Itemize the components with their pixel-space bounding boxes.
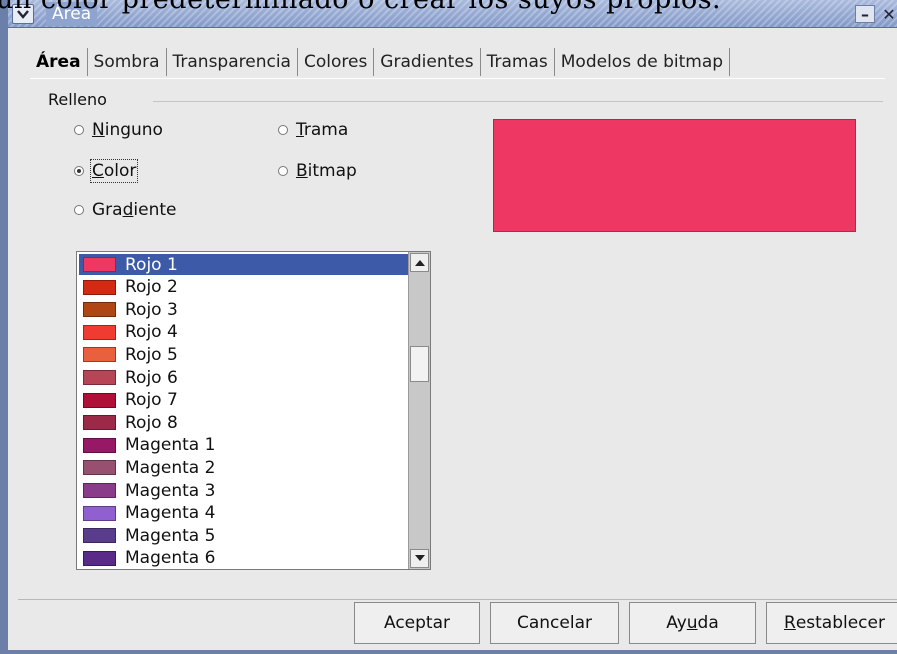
scroll-up-button[interactable] — [410, 253, 429, 272]
scroll-thumb[interactable] — [410, 346, 429, 382]
color-name: Rojo 6 — [125, 367, 178, 388]
color-name: Magenta 3 — [125, 480, 216, 501]
radio-selected-icon — [74, 166, 84, 176]
color-name: Rojo 4 — [125, 322, 178, 343]
color-swatch — [83, 257, 116, 272]
color-swatch — [83, 392, 116, 408]
radio-circle-icon — [74, 125, 84, 135]
color-list-item[interactable]: Rojo 2 — [79, 277, 408, 298]
tab-sombra[interactable]: Sombra — [88, 48, 167, 76]
color-name: Rojo 8 — [125, 412, 178, 433]
arrow-down-icon — [414, 555, 425, 561]
color-name: Rojo 5 — [125, 344, 178, 365]
color-name: Rojo 2 — [125, 277, 178, 298]
color-list-item[interactable]: Rojo 1 — [79, 254, 408, 275]
color-list-item[interactable]: Rojo 6 — [79, 367, 408, 388]
color-list-item[interactable]: Rojo 5 — [79, 344, 408, 365]
color-swatch — [83, 302, 116, 318]
tab-tramas[interactable]: Tramas — [481, 48, 555, 76]
color-list-item[interactable]: Rojo 7 — [79, 390, 408, 411]
color-list-item[interactable]: Rojo 3 — [79, 299, 408, 320]
area-dialog: Área – ✕ Área Sombra Transparencia Color… — [0, 0, 897, 654]
color-list-item[interactable]: Magenta 4 — [79, 503, 408, 524]
color-swatch — [83, 279, 116, 295]
radio-bitmap-label: Bitmap — [296, 161, 357, 181]
radio-bitmap[interactable]: Bitmap — [278, 161, 357, 181]
color-swatch — [83, 550, 116, 566]
color-list[interactable]: Rojo 1 Rojo 2 Rojo 3 Rojo 4 Rojo 5 Rojo 6 Rojo… — [76, 251, 431, 570]
radio-ninguno-label: Ninguno — [92, 120, 163, 140]
color-name: Rojo 3 — [125, 299, 178, 320]
list-scrollbar[interactable] — [408, 252, 430, 569]
document-caption: un color predeterminado o crear los suyo… — [0, 0, 893, 14]
tab-colores[interactable]: Colores — [298, 48, 375, 76]
arrow-up-icon — [414, 260, 425, 266]
color-name: Magenta 5 — [125, 525, 216, 546]
scroll-down-button[interactable] — [410, 549, 429, 568]
reset-button[interactable]: Restablecer — [766, 602, 897, 644]
color-name: Rojo 1 — [125, 254, 178, 275]
color-list-item[interactable]: Rojo 4 — [79, 322, 408, 343]
help-button[interactable]: Ay u da — [629, 602, 756, 644]
ok-button[interactable]: Aceptar — [354, 602, 480, 644]
color-name: Rojo 7 — [125, 390, 178, 411]
color-name: Magenta 2 — [125, 457, 216, 478]
fill-group-label: Relleno — [48, 90, 107, 109]
color-list-item[interactable]: Magenta 5 — [79, 525, 408, 546]
window-bottom-border — [8, 650, 897, 654]
color-swatch — [83, 415, 116, 431]
color-list-item[interactable]: Magenta 6 — [79, 548, 408, 569]
radio-gradiente-label: Gradiente — [92, 200, 177, 220]
color-list-item[interactable]: Magenta 1 — [79, 435, 408, 456]
color-preview — [493, 119, 856, 232]
color-name: Magenta 6 — [125, 548, 216, 569]
tab-transparencia[interactable]: Transparencia — [167, 48, 298, 76]
tab-gradientes[interactable]: Gradientes — [374, 48, 481, 76]
radio-color[interactable]: Color — [74, 159, 139, 183]
color-name: Magenta 1 — [125, 435, 216, 456]
color-swatch — [83, 347, 116, 363]
radio-ninguno[interactable]: Ninguno — [74, 120, 163, 140]
radio-trama[interactable]: Trama — [278, 120, 348, 140]
color-list-item[interactable]: Magenta 3 — [79, 480, 408, 501]
radio-trama-label: Trama — [296, 120, 349, 140]
radio-gradiente[interactable]: Gradiente — [74, 200, 176, 220]
tab-bar: Área Sombra Transparencia Colores Gradie… — [30, 46, 731, 78]
cancel-button[interactable]: Cancelar — [490, 602, 619, 644]
radio-circle-icon — [74, 205, 84, 215]
color-swatch — [83, 437, 116, 453]
color-list-item[interactable]: Rojo 8 — [79, 412, 408, 433]
tab-modelos-bitmap[interactable]: Modelos de bitmap — [555, 48, 731, 76]
color-swatch — [83, 505, 116, 521]
color-swatch — [83, 528, 116, 544]
color-list-item[interactable]: Magenta 2 — [79, 457, 408, 478]
button-separator — [18, 599, 897, 600]
color-swatch — [83, 460, 116, 476]
color-swatch — [83, 370, 116, 385]
radio-color-label: Color — [89, 159, 139, 183]
color-swatch — [83, 324, 116, 340]
radio-circle-icon — [278, 125, 288, 135]
radio-circle-icon — [278, 166, 288, 176]
color-swatch — [83, 483, 116, 498]
tab-area[interactable]: Área — [30, 48, 88, 76]
group-divider — [153, 101, 883, 102]
color-name: Magenta 4 — [125, 503, 216, 524]
